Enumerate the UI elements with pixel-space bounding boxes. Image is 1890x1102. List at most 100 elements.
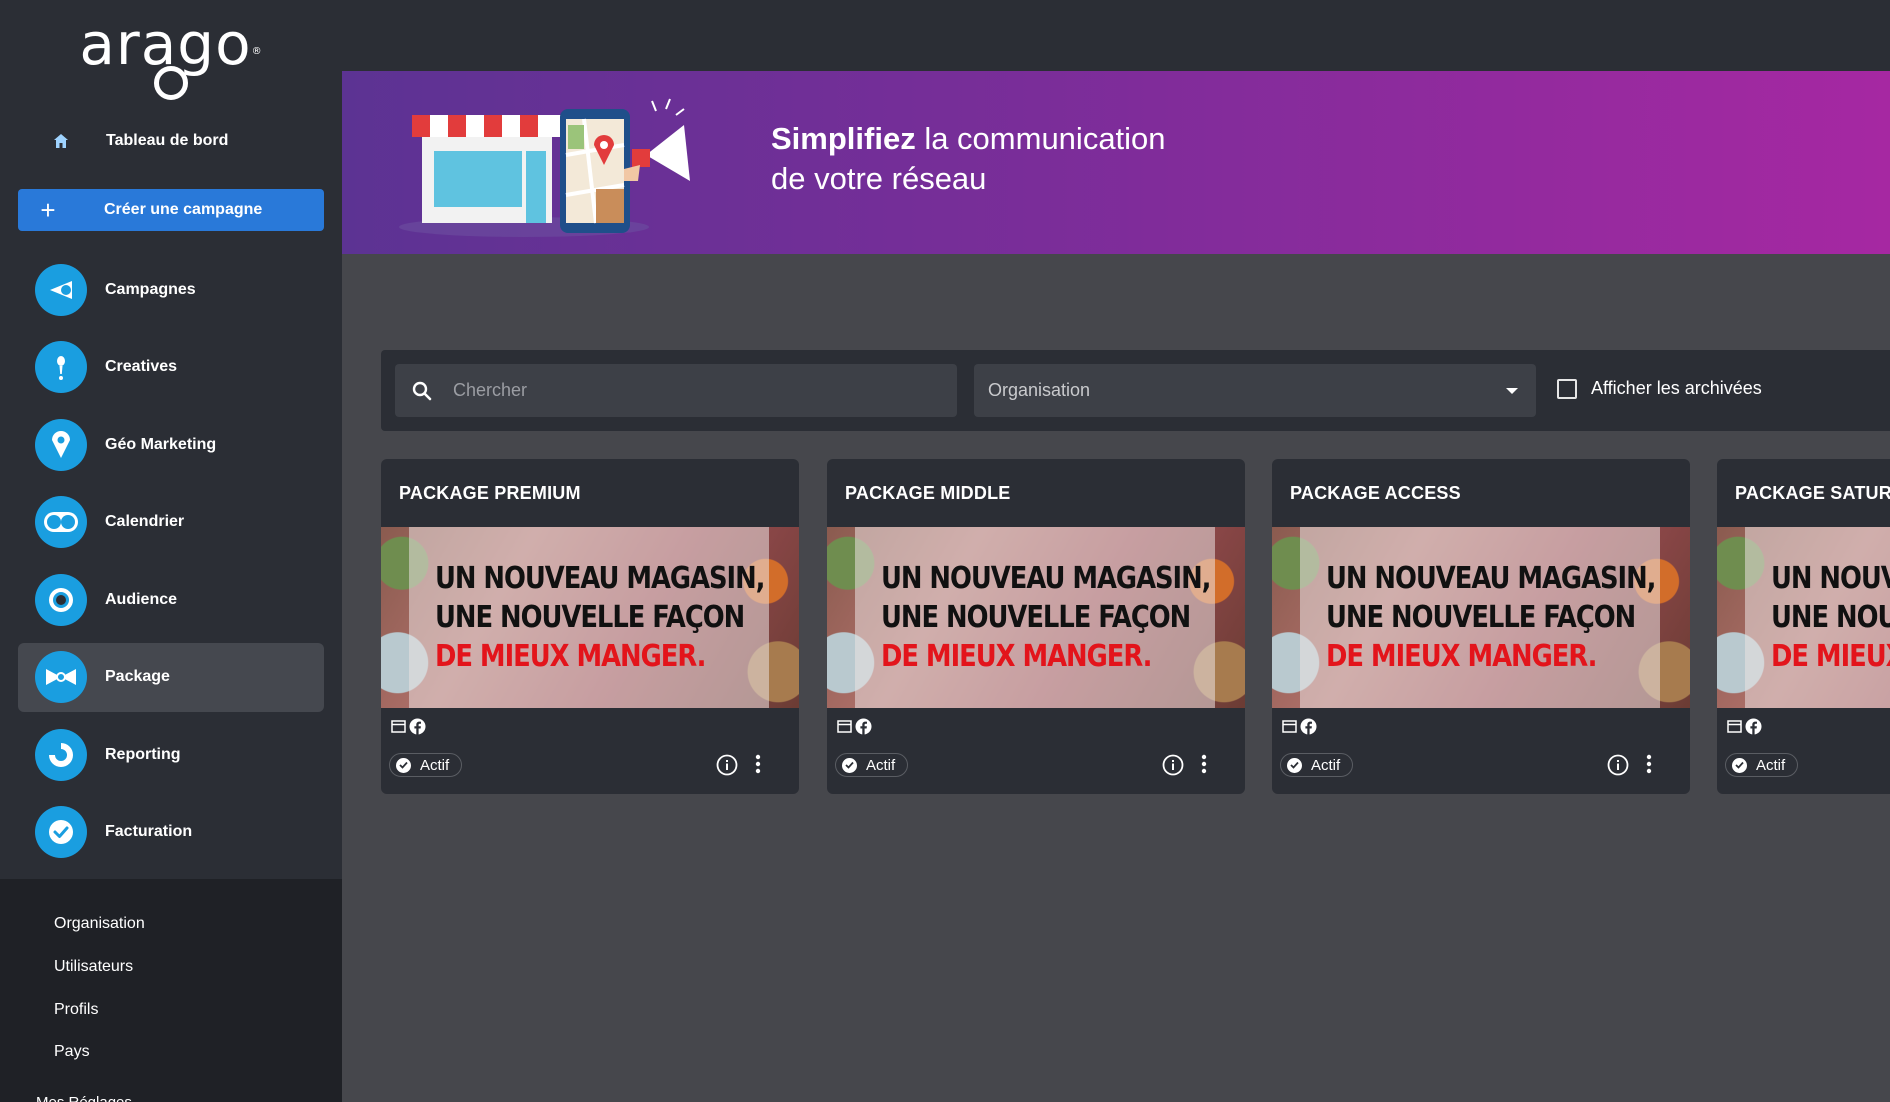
creative-line-1: UN NOUVEAU MAGASIN, [1326,561,1656,596]
sidebar: arago® Tableau de bord + Créer une campa… [0,0,342,1102]
status-label: Actif [866,756,896,774]
info-icon[interactable] [716,754,738,781]
sidebar-item-campagnes[interactable]: Campagnes [18,255,324,324]
check-circle-icon [396,757,411,773]
admin-menu: Organisation Utilisateurs Profils Pays M… [0,879,342,1102]
admin-item-mes-reglages[interactable]: Mes Réglages [36,1094,132,1102]
search-box[interactable] [395,364,957,417]
show-archived-toggle[interactable]: Afficher les archivées [1557,378,1762,399]
package-creative-image: UN NOUVEAU MAGASIN, UNE NOUVELLE FAÇON D… [827,527,1245,708]
lightbulb-icon [35,341,87,393]
package-card[interactable]: PACKAGE ACCESS UN NOUVEAU MAGASIN, UNE N… [1272,459,1690,794]
info-icon[interactable] [1162,754,1184,781]
package-card[interactable]: PACKAGE SATURA UN NOUVEAU MAGASIN, UNE N… [1717,459,1890,794]
creative-line-2: UNE NOUVELLE FAÇON [1326,600,1636,635]
channel-icons [391,718,426,735]
show-archived-label: Afficher les archivées [1591,378,1762,398]
banner-headline-rest: la communication [915,121,1166,156]
package-title: PACKAGE PREMIUM [399,483,581,503]
create-campaign-label: Créer une campagne [104,201,263,218]
creative-line-2: UNE NOUVELLE FAÇON [1771,600,1890,635]
banner-headline-bold: Simplifiez [771,121,916,156]
sidebar-item-audience[interactable]: Audience [18,565,324,634]
display-ad-icon [1282,720,1297,733]
creative-line-1: UN NOUVEAU MAGASIN, [435,561,765,596]
sidebar-item-label: Reporting [105,745,181,763]
channel-icons [837,718,872,735]
show-archived-checkbox[interactable] [1557,378,1577,399]
check-circle-icon [1732,757,1747,773]
creative-line-1: UN NOUVEAU MAGASIN, [1771,561,1890,596]
logo-text: arago [79,10,252,78]
more-vertical-icon[interactable] [755,753,761,780]
facebook-icon [1300,718,1317,735]
package-creative-image: UN NOUVEAU MAGASIN, UNE NOUVELLE FAÇON D… [381,527,799,708]
more-vertical-icon[interactable] [1201,753,1207,780]
creative-line-2: UNE NOUVELLE FAÇON [435,600,745,635]
admin-item-utilisateurs[interactable]: Utilisateurs [54,958,133,976]
sidebar-item-label: Facturation [105,823,193,840]
package-card[interactable]: PACKAGE PREMIUM UN NOUVEAU MAGASIN, UNE … [381,459,799,794]
status-label: Actif [1311,756,1341,774]
sidebar-item-label: Campagnes [105,280,196,298]
sidebar-item-facturation[interactable]: Facturation [18,798,324,867]
chevron-down-icon [1506,388,1518,394]
package-creative-image: UN NOUVEAU MAGASIN, UNE NOUVELLE FAÇON D… [1717,527,1890,708]
megaphone-icon [35,263,87,316]
creative-line-3: DE MIEUX MANGER. [1326,639,1597,674]
facebook-icon [855,718,872,735]
search-input[interactable] [453,380,933,401]
home-icon [48,128,74,154]
sidebar-item-package[interactable]: Package [18,642,324,712]
channel-icons [1727,718,1762,735]
package-creative-image: UN NOUVEAU MAGASIN, UNE NOUVELLE FAÇON D… [1272,527,1690,708]
display-ad-icon [391,720,406,733]
sidebar-item-creatives[interactable]: Creatives [18,333,324,402]
sidebar-item-label: Géo Marketing [105,435,217,453]
display-ad-icon [1727,720,1742,733]
channel-icons [1282,718,1317,735]
creative-line-3: DE MIEUX MANGER. [435,639,706,674]
check-badge-icon [35,806,87,858]
toggle-icon [35,496,87,548]
status-badge: Actif [835,753,909,777]
sidebar-item-reporting[interactable]: Reporting [18,720,324,789]
top-bar [342,0,1890,71]
plus-icon: + [40,195,56,225]
sidebar-item-calendrier[interactable]: Calendrier [18,488,324,557]
check-circle-icon [842,757,857,773]
nav-dashboard[interactable]: Tableau de bord [48,128,228,154]
package-card[interactable]: PACKAGE MIDDLE UN NOUVEAU MAGASIN, UNE N… [827,459,1245,794]
create-campaign-button[interactable]: + Créer une campagne [18,189,324,231]
package-title: PACKAGE SATURA [1735,483,1890,503]
nav-dashboard-label: Tableau de bord [106,132,229,149]
creative-line-3: DE MIEUX MANGER. [1771,639,1890,674]
more-vertical-icon[interactable] [1646,753,1652,780]
search-icon [395,381,449,401]
display-ad-icon [837,720,852,733]
creative-line-2: UNE NOUVELLE FAÇON [881,600,1191,635]
bowtie-icon [35,651,87,703]
promo-banner: Simplifiez la communication de votre rés… [342,71,1890,254]
filter-bar: Organisation Afficher les archivées [381,350,1890,431]
facebook-icon [1745,718,1762,735]
target-icon [35,573,87,626]
admin-item-profils[interactable]: Profils [54,1001,98,1019]
creative-line-3: DE MIEUX MANGER. [881,639,1152,674]
package-title: PACKAGE ACCESS [1290,483,1461,503]
info-icon[interactable] [1607,754,1629,781]
logo-registered-mark: ® [251,46,263,57]
admin-item-organisation[interactable]: Organisation [54,915,145,933]
organisation-select[interactable]: Organisation [974,364,1536,417]
banner-headline: Simplifiez la communication de votre rés… [771,119,1166,199]
status-label: Actif [1756,756,1786,774]
main-nav: Campagnes Creatives Géo Marketing Calend… [18,255,324,875]
status-badge: Actif [389,753,463,777]
arago-logo[interactable]: arago® [0,14,342,100]
package-title: PACKAGE MIDDLE [845,483,1011,503]
admin-item-pays[interactable]: Pays [54,1043,90,1061]
sidebar-item-label: Package [105,668,170,685]
sidebar-item-geo-marketing[interactable]: Géo Marketing [18,410,324,479]
sidebar-item-label: Creatives [105,358,178,375]
shop-megaphone-illustration [399,98,690,237]
